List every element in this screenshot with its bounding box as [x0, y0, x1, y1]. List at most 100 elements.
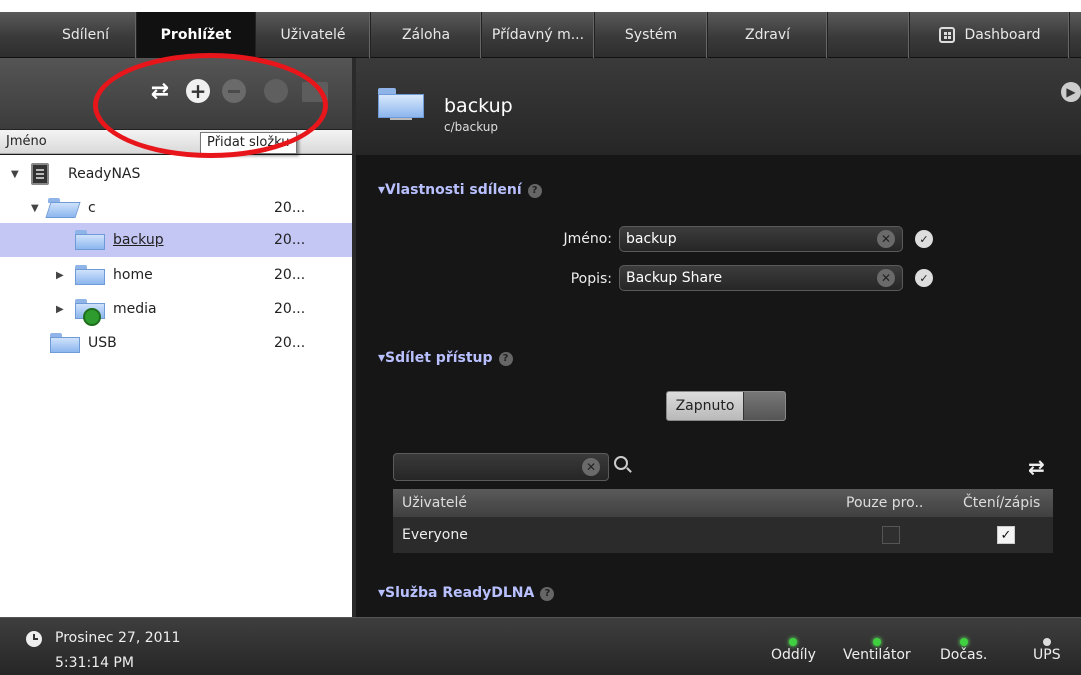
status-led-icon [872, 638, 881, 646]
status-label: Dočas. [940, 647, 988, 663]
status-volumes[interactable]: Oddíly [771, 638, 816, 663]
tab-pridavne-moduly[interactable]: Přídavný m... [482, 12, 595, 58]
clear-description-icon[interactable]: ✕ [877, 269, 895, 287]
status-led-icon [1042, 638, 1051, 646]
status-label: UPS [1033, 647, 1061, 663]
read-write-cell: ✓ [997, 517, 1015, 553]
help-icon[interactable]: ? [527, 184, 542, 198]
tab-label: Zdraví [745, 27, 790, 43]
share-access-toggle[interactable]: Zapnuto [666, 391, 786, 421]
search-icon[interactable] [614, 456, 628, 470]
footer-time: 5:31:14 PM [55, 655, 134, 671]
folder-icon [75, 265, 105, 285]
tab-sdileni[interactable]: Sdílení [35, 12, 137, 58]
tab-label: Přídavný m... [491, 27, 585, 43]
toggle-knob [743, 392, 785, 420]
share-folder-icon [75, 230, 105, 250]
read-write-checkbox[interactable]: ✓ [997, 526, 1015, 544]
nas-device-icon [31, 163, 49, 185]
section-share-access[interactable]: ▾Sdílet přístup? [378, 350, 513, 366]
collapse-arrow-icon[interactable]: ▶ [56, 304, 64, 315]
tree-item-media[interactable]: ▶ media 20... [0, 292, 352, 326]
refresh-users-icon[interactable]: ⇄ [1028, 455, 1045, 479]
name-field[interactable]: backup [619, 226, 903, 252]
tree-item-backup[interactable]: backup 20... [0, 223, 352, 257]
read-only-checkbox[interactable] [882, 526, 900, 544]
tree-item-usb[interactable]: USB 20... [0, 326, 352, 360]
share-folder-icon [378, 88, 424, 122]
main-nav: Sdílení Prohlížet Uživatelé Záloha Přída… [0, 12, 1081, 58]
user-name: Everyone [402, 527, 468, 543]
folder-open-icon [45, 198, 81, 218]
tab-system[interactable]: Systém [595, 12, 708, 58]
collapse-arrow-icon[interactable]: ▶ [56, 270, 64, 281]
clock-icon [26, 631, 42, 647]
expand-arrow-icon[interactable]: ▼ [31, 203, 39, 214]
section-title: Služba ReadyDLNA [385, 585, 535, 601]
users-table: Uživatelé Pouze pro.. Čtení/zápis Everyo… [393, 489, 1053, 553]
expand-arrow-icon[interactable]: ▼ [11, 169, 19, 180]
tab-dashboard[interactable]: Dashboard [910, 12, 1070, 58]
annotation-ellipse [93, 53, 328, 158]
tree-date: 20... [274, 267, 306, 283]
column-users[interactable]: Uživatelé [402, 489, 467, 517]
dashboard-icon [938, 27, 955, 43]
tree-item-home[interactable]: ▶ home 20... [0, 258, 352, 292]
description-field[interactable]: Backup Share [619, 265, 903, 291]
section-title: Vlastnosti sdílení [385, 182, 522, 198]
tree-date: 20... [274, 335, 306, 351]
detail-header: backup c/backup ▶ [356, 58, 1081, 155]
tree-label: home [113, 267, 153, 283]
user-search-input[interactable] [393, 453, 609, 481]
confirm-name-icon[interactable]: ✓ [915, 230, 933, 248]
status-fan[interactable]: Ventilátor [843, 638, 911, 663]
tab-uzivatele[interactable]: Uživatelé [256, 12, 371, 58]
column-label: Jméno [6, 134, 47, 149]
status-led-icon [959, 638, 968, 646]
tab-label: Záloha [401, 27, 451, 43]
folder-tree: ▼ ReadyNAS ▼ c 20... backup 20... ▶ home… [0, 155, 352, 617]
clear-search-icon[interactable]: ✕ [582, 458, 600, 476]
column-read-only[interactable]: Pouze pro.. [846, 489, 923, 517]
tab-label: Sdílení [62, 27, 109, 43]
table-header: Uživatelé Pouze pro.. Čtení/zápis [393, 489, 1053, 517]
share-title: backup [444, 95, 513, 117]
section-share-properties[interactable]: ▾Vlastnosti sdílení? [378, 182, 542, 198]
status-ups[interactable]: UPS [1033, 638, 1061, 663]
detail-body: ▾Vlastnosti sdílení? Jméno: backup ✕ ✓ P… [356, 155, 1081, 617]
name-value: backup [626, 231, 677, 247]
tab-empty [828, 12, 910, 58]
section-title: Sdílet přístup [385, 350, 493, 366]
tree-label: ReadyNAS [68, 166, 141, 182]
tab-zaloha[interactable]: Záloha [371, 12, 482, 58]
tree-item-c[interactable]: ▼ c 20... [0, 191, 352, 225]
collapse-triangle-icon: ▾ [378, 182, 386, 198]
confirm-description-icon[interactable]: ✓ [915, 269, 933, 287]
collapse-triangle-icon: ▾ [378, 585, 386, 601]
clear-name-icon[interactable]: ✕ [877, 230, 895, 248]
description-label: Popis: [570, 271, 612, 287]
tree-item-readynas[interactable]: ▼ ReadyNAS [0, 157, 352, 191]
column-read-write[interactable]: Čtení/zápis [963, 489, 1040, 517]
next-arrow-icon[interactable]: ▶ [1061, 82, 1081, 102]
share-path: c/backup [444, 120, 499, 134]
name-label: Jméno: [563, 231, 612, 247]
tree-label: c [88, 200, 96, 216]
status-label: Ventilátor [843, 647, 911, 663]
status-label: Oddíly [771, 647, 816, 663]
tree-label: USB [88, 335, 117, 351]
tab-prohlizet[interactable]: Prohlížet [137, 12, 256, 58]
status-led-icon [789, 638, 798, 646]
tree-date: 20... [274, 301, 306, 317]
help-icon[interactable]: ? [540, 587, 555, 601]
section-readydlna[interactable]: ▾Služba ReadyDLNA? [378, 585, 555, 601]
status-temperature[interactable]: Dočas. [940, 638, 987, 663]
footer-date: Prosinec 27, 2011 [55, 630, 181, 646]
tree-date: 20... [274, 200, 306, 216]
tab-label: Uživatelé [280, 27, 346, 43]
collapse-triangle-icon: ▾ [378, 350, 386, 366]
help-icon[interactable]: ? [498, 352, 513, 366]
tab-zdravi[interactable]: Zdraví [708, 12, 828, 58]
tree-label: media [113, 301, 157, 317]
media-share-icon [83, 308, 101, 326]
